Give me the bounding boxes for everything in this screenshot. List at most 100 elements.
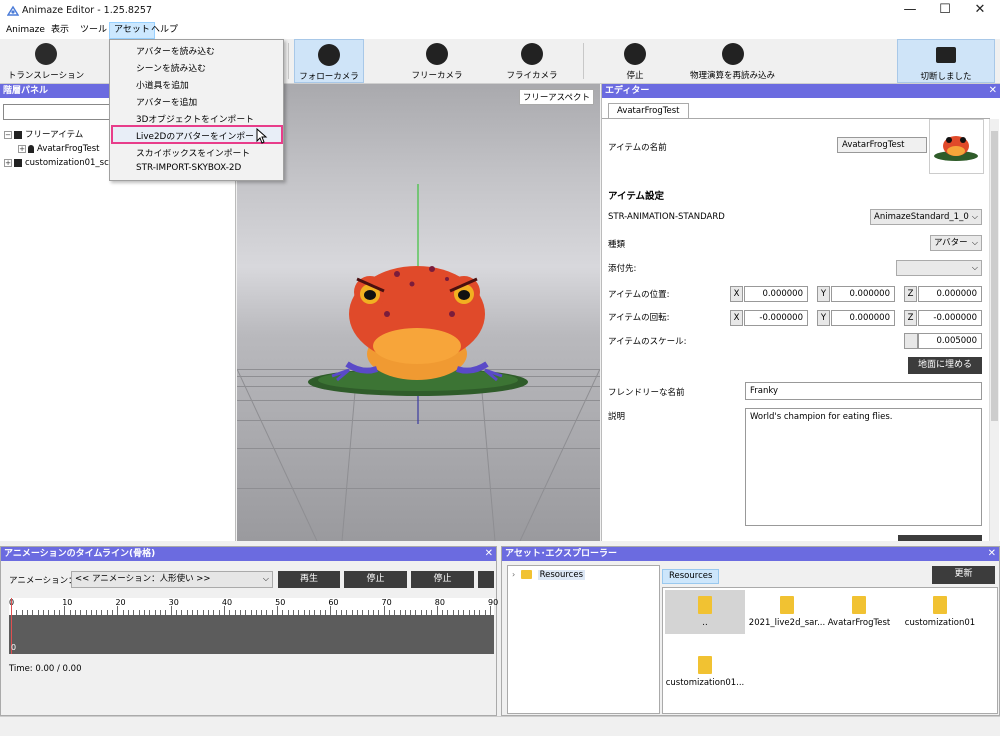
tree-item-label: AvatarFrogTest <box>37 144 100 154</box>
menu-help[interactable]: ヘルプ <box>147 22 182 39</box>
asset-explorer-close-icon[interactable]: ✕ <box>988 547 996 561</box>
connection-status-button[interactable]: 切断しました <box>897 39 995 83</box>
asset-explorer-panel: アセット･エクスプローラー ✕ › Resources Resources 更新… <box>501 546 1000 716</box>
ruler-tick <box>32 610 34 615</box>
animation-picker[interactable]: << アニメーション：人形使い >> ⌵ <box>71 571 273 588</box>
position-x-field[interactable]: 0.000000 <box>744 286 808 302</box>
attach-select[interactable]: ⌵ <box>896 260 982 276</box>
stop-label: 停止 <box>626 71 644 81</box>
avatar-icon <box>28 144 34 153</box>
ruler-tick <box>484 610 486 615</box>
menu-view[interactable]: 表示 <box>47 22 73 39</box>
asset-item-customization[interactable]: customization01 <box>900 590 980 634</box>
ruler-tick <box>106 610 108 615</box>
menu-item-import-skybox[interactable]: スカイボックスをインポート <box>136 146 250 159</box>
refresh-button[interactable]: 更新 <box>932 566 995 584</box>
description-field[interactable]: World's champion for eating flies. <box>745 408 982 526</box>
menu-item-import-live2d[interactable]: Live2Dのアバターをインポート <box>136 129 263 142</box>
ruler-tick <box>351 610 353 615</box>
attach-label: 添付先: <box>608 264 637 274</box>
menu-item-add-prop[interactable]: 小道具を追加 <box>136 78 189 91</box>
stop-button[interactable]: 停止 <box>605 39 665 83</box>
ruler-tick <box>399 610 401 615</box>
type-select[interactable]: アバター ⌵ <box>930 235 982 251</box>
rotation-x-field[interactable]: -0.000000 <box>744 310 808 326</box>
ruler-tick <box>255 610 257 615</box>
ruler-tick <box>149 610 151 615</box>
expand-icon[interactable]: + <box>4 158 12 167</box>
reload-physics-label: 物理演算を再読み込み <box>689 71 775 81</box>
ruler-tick <box>175 610 177 615</box>
overflow-button[interactable] <box>478 571 494 588</box>
timeline-title: アニメーションのタイムライン(骨格) <box>4 549 156 559</box>
editor-scrollbar[interactable] <box>989 119 999 541</box>
menu-item-load-avatar[interactable]: アバターを読み込む <box>136 44 215 57</box>
asset-breadcrumb[interactable]: Resources <box>662 569 720 584</box>
expand-icon[interactable]: + <box>18 144 26 153</box>
scene-viewport[interactable]: フリーアスペクト <box>237 84 600 541</box>
menu-item-import-3d[interactable]: 3Dオブジェクトをインポート <box>136 112 254 125</box>
scale-field[interactable]: 0.005000 <box>918 333 982 349</box>
ruler-tick <box>447 610 449 615</box>
rotation-x-axis: X <box>730 310 743 326</box>
asset-item-avatar[interactable]: AvatarFrogTest <box>819 590 899 634</box>
friendly-name-field[interactable]: Franky <box>745 382 982 400</box>
snap-to-ground-button[interactable]: 地面に埋める <box>908 357 982 374</box>
stop-button-2[interactable]: 停止 <box>411 571 474 588</box>
rotation-z-field[interactable]: -0.000000 <box>918 310 982 326</box>
position-z-axis: Z <box>904 286 917 302</box>
play-button[interactable]: 再生 <box>278 571 340 588</box>
menu-animaze[interactable]: Animaze <box>2 22 49 39</box>
timeline-ruler[interactable]: 0102030405060708090 0 <box>9 598 498 654</box>
ruler-tick <box>287 610 289 615</box>
translation-button[interactable]: トランスレーション <box>5 39 87 83</box>
timeline-close-icon[interactable]: ✕ <box>485 547 493 561</box>
position-y-field[interactable]: 0.000000 <box>831 286 895 302</box>
rotation-z-axis: Z <box>904 310 917 326</box>
ruler-tick <box>250 610 252 615</box>
group-icon <box>14 158 22 167</box>
fly-camera-button[interactable]: フライカメラ <box>497 39 567 83</box>
position-z-field[interactable]: 0.000000 <box>918 286 982 302</box>
timeline-panel: アニメーションのタイムライン(骨格) ✕ アニメーション： << アニメーション… <box>0 546 498 716</box>
fly-camera-label: フライカメラ <box>506 71 558 81</box>
rotation-y-field[interactable]: 0.000000 <box>831 310 895 326</box>
ruler-label: 90 <box>488 598 499 607</box>
asset-item-live2d[interactable]: 2021_live2d_sar... <box>747 590 827 634</box>
reload-physics-button[interactable]: 物理演算を再読み込み <box>680 39 785 83</box>
scale-lock[interactable] <box>904 333 918 349</box>
ruler-tick <box>239 610 241 615</box>
tree-item-avatar[interactable]: + AvatarFrogTest <box>18 142 100 156</box>
ruler-tick <box>160 610 162 615</box>
tab-avatar[interactable]: AvatarFrogTest <box>608 103 689 118</box>
asset-item-label: customization01... <box>665 678 745 688</box>
ruler-tick <box>388 610 390 615</box>
follow-camera-button[interactable]: フォローカメラ <box>294 39 364 83</box>
menu-tools[interactable]: ツール <box>76 22 111 39</box>
minimize-button[interactable]: — <box>890 0 930 22</box>
free-camera-button[interactable]: フリーカメラ <box>402 39 472 83</box>
ruler-tick <box>85 610 87 615</box>
menu-item-load-scene[interactable]: シーンを読み込む <box>136 61 206 74</box>
menu-item-import-skybox-2d[interactable]: STR-IMPORT-SKYBOX-2D <box>136 163 241 173</box>
menu-item-add-avatar[interactable]: アバターを追加 <box>136 95 197 108</box>
asset-tree-resources[interactable]: › Resources <box>512 568 586 582</box>
editor-offscreen-button[interactable] <box>898 535 982 541</box>
chevron-right-icon[interactable]: › <box>512 570 515 579</box>
asset-item-parent[interactable]: .. <box>665 590 745 634</box>
ruler-tick <box>202 610 204 615</box>
stop-button-1[interactable]: 停止 <box>344 571 407 588</box>
frog-thumbnail-icon <box>934 136 978 161</box>
title-bar: Animaze Editor - 1.25.8257 — ☐ ✕ <box>0 0 1000 22</box>
close-button[interactable]: ✕ <box>960 0 1000 22</box>
hierarchy-search-input[interactable] <box>3 104 110 120</box>
animation-select[interactable]: AnimazeStandard_1_0 ⌵ <box>870 209 982 225</box>
tree-item-free-items[interactable]: − フリーアイテム <box>4 128 83 142</box>
collapse-icon[interactable]: − <box>4 130 12 139</box>
editor-close-icon[interactable]: ✕ <box>989 84 997 98</box>
item-name-field[interactable]: AvatarFrogTest <box>837 137 927 153</box>
ruler-tick <box>144 610 146 615</box>
maximize-button[interactable]: ☐ <box>925 0 965 22</box>
asset-item-customization-2[interactable]: customization01... <box>665 650 745 694</box>
tree-item-scene[interactable]: + customization01_sc <box>4 156 109 170</box>
